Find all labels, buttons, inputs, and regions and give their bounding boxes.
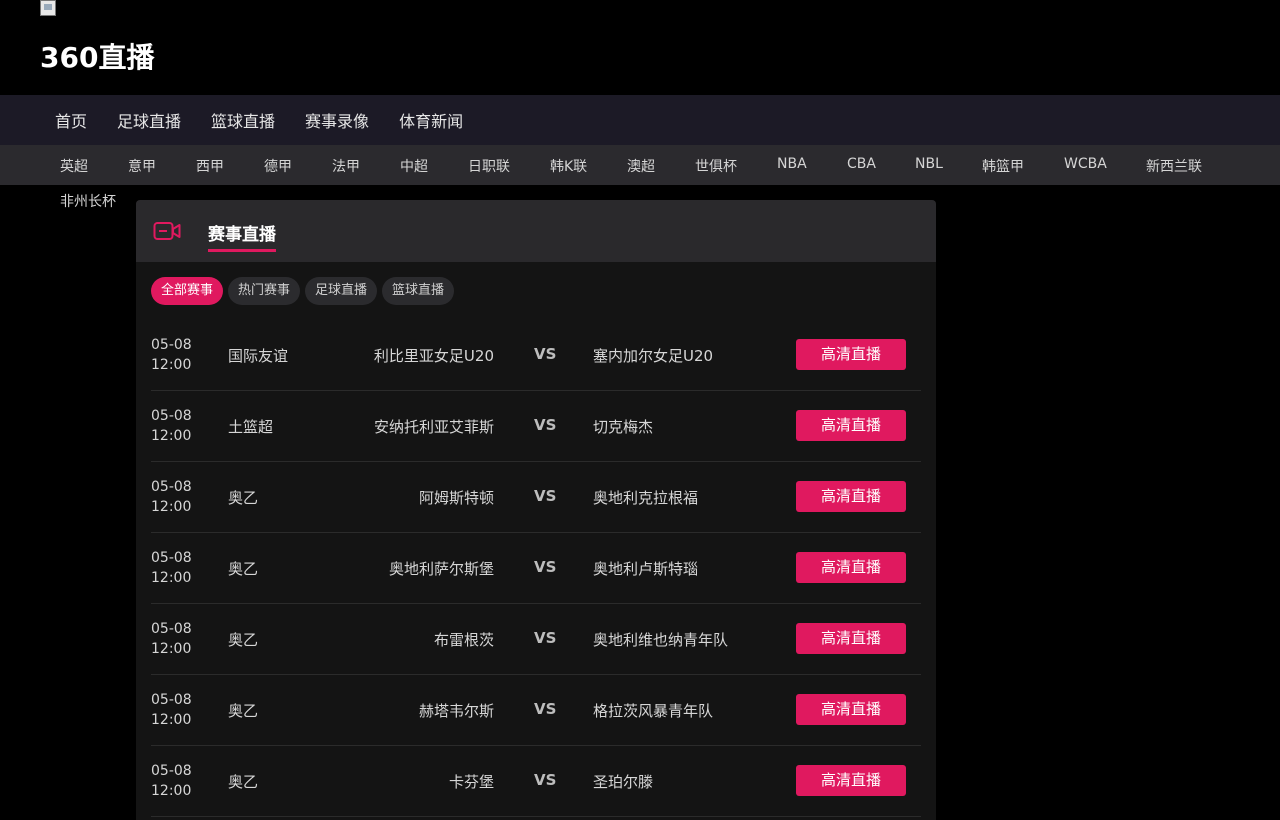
vs-label: VS xyxy=(534,700,557,718)
league-link[interactable]: 日职联 xyxy=(468,156,510,176)
panel-title[interactable]: 赛事直播 xyxy=(208,220,276,252)
match-row: 05-08 12:00 奥乙 赫塔韦尔斯 VS 格拉茨风暴青年队 高清直播 xyxy=(151,675,921,746)
filter-tabs: 全部赛事 热门赛事 足球直播 篮球直播 xyxy=(151,277,455,305)
match-datetime: 05-08 12:00 xyxy=(151,548,192,588)
match-datetime: 05-08 12:00 xyxy=(151,406,192,446)
away-team: 圣珀尔滕 xyxy=(593,773,654,791)
home-team: 阿姆斯特顿 xyxy=(418,489,494,507)
match-date: 05-08 xyxy=(151,408,192,424)
league-link[interactable]: NBL xyxy=(915,156,943,172)
match-row: 05-08 12:00 奥乙 布雷根茨 VS 奥地利维也纳青年队 高清直播 xyxy=(151,604,921,675)
vs-label: VS xyxy=(534,629,557,647)
match-datetime: 05-08 12:00 xyxy=(151,690,192,730)
away-team: 切克梅杰 xyxy=(593,418,654,436)
league-link[interactable]: 意甲 xyxy=(128,156,156,176)
match-date: 05-08 xyxy=(151,763,192,779)
nav-item-replays[interactable]: 赛事录像 xyxy=(290,108,384,132)
main-nav: 首页 足球直播 篮球直播 赛事录像 体育新闻 xyxy=(0,95,1280,145)
match-league: 国际友谊 xyxy=(228,347,289,365)
match-date: 05-08 xyxy=(151,550,192,566)
match-league: 奥乙 xyxy=(228,773,259,791)
watch-live-button[interactable]: 高清直播 xyxy=(796,623,906,654)
match-league: 奥乙 xyxy=(228,489,259,507)
league-link[interactable]: 英超 xyxy=(60,156,88,176)
match-time: 12:00 xyxy=(151,712,192,728)
panel-header: 赛事直播 xyxy=(136,200,936,262)
watch-live-button[interactable]: 高清直播 xyxy=(796,339,906,370)
away-team: 奥地利卢斯特瑙 xyxy=(593,560,699,578)
watch-live-button[interactable]: 高清直播 xyxy=(796,694,906,725)
away-team: 奥地利克拉根福 xyxy=(593,489,699,507)
match-league: 奥乙 xyxy=(228,560,259,578)
nav-item-home[interactable]: 首页 xyxy=(40,108,102,132)
match-row: 05-08 12:00 奥乙 奥地利萨尔斯堡 VS 奥地利卢斯特瑙 高清直播 xyxy=(151,533,921,604)
vs-label: VS xyxy=(534,345,557,363)
match-date: 05-08 xyxy=(151,337,192,353)
match-datetime: 05-08 12:00 xyxy=(151,619,192,659)
league-link[interactable]: 韩K联 xyxy=(550,156,587,176)
match-league: 奥乙 xyxy=(228,702,259,720)
home-team: 奥地利萨尔斯堡 xyxy=(388,560,494,578)
home-team: 利比里亚女足U20 xyxy=(373,347,494,365)
match-row: 05-08 12:00 奥乙 阿姆斯特顿 VS 奥地利克拉根福 高清直播 xyxy=(151,462,921,533)
match-date: 05-08 xyxy=(151,621,192,637)
away-team: 格拉茨风暴青年队 xyxy=(593,702,714,720)
league-link[interactable]: WCBA xyxy=(1064,156,1107,172)
match-row: 05-08 12:00 土篮超 安纳托利亚艾菲斯 VS 切克梅杰 高清直播 xyxy=(151,391,921,462)
filter-basketball[interactable]: 篮球直播 xyxy=(382,277,455,305)
home-team: 卡芬堡 xyxy=(448,773,494,791)
league-link-overflow[interactable]: 非州长杯 xyxy=(60,191,116,211)
away-team: 奥地利维也纳青年队 xyxy=(593,631,729,649)
match-datetime: 05-08 12:00 xyxy=(151,761,192,801)
league-link[interactable]: 世俱杯 xyxy=(695,156,737,176)
match-datetime: 05-08 12:00 xyxy=(151,335,192,375)
match-time: 12:00 xyxy=(151,570,192,586)
away-team: 塞内加尔女足U20 xyxy=(593,347,714,365)
league-link[interactable]: 法甲 xyxy=(332,156,360,176)
league-link[interactable]: 澳超 xyxy=(627,156,655,176)
vs-label: VS xyxy=(534,487,557,505)
match-league: 奥乙 xyxy=(228,631,259,649)
match-date: 05-08 xyxy=(151,479,192,495)
site-title[interactable]: 360直播 xyxy=(40,36,154,76)
league-bar: 英超 意甲 西甲 德甲 法甲 中超 日职联 韩K联 澳超 世俱杯 NBA CBA… xyxy=(0,145,1280,185)
filter-all[interactable]: 全部赛事 xyxy=(151,277,224,305)
vs-label: VS xyxy=(534,416,557,434)
match-list: 05-08 12:00 国际友谊 利比里亚女足U20 VS 塞内加尔女足U20 高… xyxy=(151,320,921,817)
match-row: 05-08 12:00 国际友谊 利比里亚女足U20 VS 塞内加尔女足U20 高… xyxy=(151,320,921,391)
video-camera-icon xyxy=(153,222,181,240)
league-link[interactable]: 中超 xyxy=(400,156,428,176)
watch-live-button[interactable]: 高清直播 xyxy=(796,765,906,796)
watch-live-button[interactable]: 高清直播 xyxy=(796,410,906,441)
league-link[interactable]: 新西兰联 xyxy=(1146,156,1202,176)
watch-live-button[interactable]: 高清直播 xyxy=(796,552,906,583)
match-datetime: 05-08 12:00 xyxy=(151,477,192,517)
watch-live-button[interactable]: 高清直播 xyxy=(796,481,906,512)
league-link[interactable]: 西甲 xyxy=(196,156,224,176)
filter-football[interactable]: 足球直播 xyxy=(305,277,378,305)
league-link[interactable]: 德甲 xyxy=(264,156,292,176)
match-time: 12:00 xyxy=(151,499,192,515)
match-date: 05-08 xyxy=(151,692,192,708)
league-link[interactable]: CBA xyxy=(847,156,876,172)
vs-label: VS xyxy=(534,771,557,789)
match-row: 05-08 12:00 奥乙 卡芬堡 VS 圣珀尔滕 高清直播 xyxy=(151,746,921,817)
logo-image xyxy=(40,0,56,16)
match-time: 12:00 xyxy=(151,428,192,444)
home-team: 安纳托利亚艾菲斯 xyxy=(373,418,494,436)
home-team: 赫塔韦尔斯 xyxy=(418,702,494,720)
match-time: 12:00 xyxy=(151,641,192,657)
league-link[interactable]: 韩篮甲 xyxy=(982,156,1024,176)
nav-item-football[interactable]: 足球直播 xyxy=(102,108,196,132)
nav-item-news[interactable]: 体育新闻 xyxy=(384,108,478,132)
home-team: 布雷根茨 xyxy=(433,631,494,649)
nav-item-basketball[interactable]: 篮球直播 xyxy=(196,108,290,132)
filter-hot[interactable]: 热门赛事 xyxy=(228,277,301,305)
league-link[interactable]: NBA xyxy=(777,156,807,172)
match-league: 土篮超 xyxy=(228,418,274,436)
match-time: 12:00 xyxy=(151,357,192,373)
live-matches-panel: 赛事直播 全部赛事 热门赛事 足球直播 篮球直播 05-08 12:00 国际友谊… xyxy=(136,200,936,820)
vs-label: VS xyxy=(534,558,557,576)
match-time: 12:00 xyxy=(151,783,192,799)
